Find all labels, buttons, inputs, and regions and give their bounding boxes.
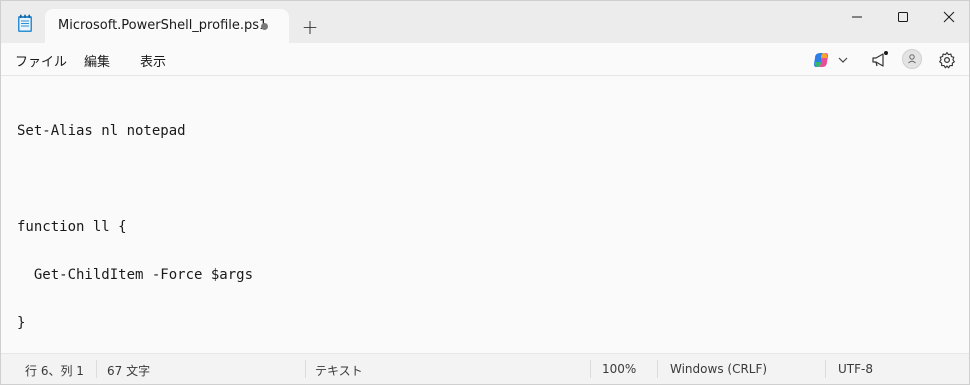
zoom-level[interactable]: 100%	[602, 362, 636, 376]
status-divider	[590, 360, 591, 378]
text-format[interactable]: テキスト	[315, 362, 363, 379]
code-line-5: }	[17, 315, 26, 331]
account-avatar[interactable]	[902, 49, 922, 69]
unsaved-dot-icon[interactable]	[261, 23, 268, 30]
menu-edit[interactable]: 編集	[84, 51, 110, 70]
close-button[interactable]	[926, 1, 969, 33]
status-divider	[825, 360, 826, 378]
status-divider	[657, 360, 658, 378]
status-bar: 行 6、列 1 67 文字 テキスト 100% Windows (CRLF) U…	[1, 353, 969, 384]
title-bar: Microsoft.PowerShell_profile.ps1 +	[1, 1, 969, 43]
encoding[interactable]: UTF-8	[838, 362, 873, 376]
new-tab-button[interactable]: +	[297, 15, 323, 41]
code-line-4: Get-ChildItem -Force $args	[17, 267, 254, 283]
minimize-button[interactable]	[834, 1, 880, 33]
gear-icon[interactable]	[936, 49, 958, 71]
notepad-window: Microsoft.PowerShell_profile.ps1 + ファイル …	[0, 0, 970, 385]
text-editor[interactable]: Set-Alias nl notepad function ll { Get-C…	[1, 77, 969, 352]
status-divider	[96, 360, 97, 378]
copilot-icon[interactable]	[810, 49, 832, 71]
maximize-button[interactable]	[880, 1, 926, 33]
chevron-down-icon[interactable]	[835, 52, 851, 68]
code-line-3: function ll {	[17, 219, 127, 235]
menu-bar: ファイル 編集 表示	[1, 43, 969, 76]
character-count: 67 文字	[107, 364, 151, 378]
maximize-icon	[898, 12, 908, 22]
tab-title: Microsoft.PowerShell_profile.ps1	[58, 18, 268, 33]
cursor-position: 行 6、列 1	[25, 364, 84, 378]
person-icon	[908, 54, 916, 64]
megaphone-icon[interactable]	[869, 49, 891, 71]
tab-profile[interactable]: Microsoft.PowerShell_profile.ps1	[45, 9, 289, 43]
notepad-app-icon	[15, 13, 35, 33]
close-icon	[943, 11, 955, 23]
minimize-icon	[852, 16, 862, 18]
editor-content[interactable]: Set-Alias nl notepad function ll { Get-C…	[17, 91, 253, 363]
line-ending[interactable]: Windows (CRLF)	[670, 362, 767, 376]
status-divider	[305, 360, 306, 378]
menu-file[interactable]: ファイル	[15, 51, 67, 70]
code-line-1: Set-Alias nl notepad	[17, 123, 186, 139]
menu-view[interactable]: 表示	[140, 51, 166, 70]
